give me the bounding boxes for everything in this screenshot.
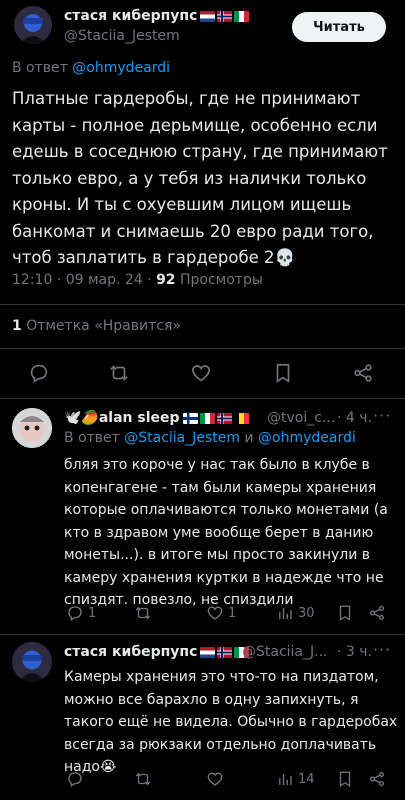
share-icon [369,771,385,787]
tweet-text: Платные гардеробы, где не принимают карт… [12,89,388,267]
reply-author-handle[interactable]: @Staciia_J... [242,644,328,660]
follow-button[interactable]: Читать [292,12,386,42]
divider [0,634,405,635]
reply-icon [68,772,82,787]
like-icon [191,365,211,382]
reply-author-name[interactable]: стася киберпупс [64,644,250,660]
views-count: 14 [298,771,315,787]
bookmark-icon [276,363,290,383]
retweet-icon [135,606,151,620]
mention-link[interactable]: @ohmydeardi [258,430,356,446]
reply-icon [30,364,48,383]
divider [0,348,405,349]
reply-text: бляя это короче у нас так было в клубе в… [64,457,388,608]
reply-count: 1 [88,605,97,621]
retweet-button[interactable] [108,362,130,384]
views-icon [279,607,292,619]
share-icon [369,605,385,621]
mention-link[interactable]: @Staciia_Jestem [124,430,240,446]
reply-author-handle[interactable]: @tvoi_c... [267,410,335,426]
reply-avatar[interactable] [12,408,52,448]
views-button[interactable]: 30 [276,604,315,622]
share-icon [354,364,372,382]
flag-emojis [200,11,250,22]
flag-emojis [182,413,249,424]
reply-context: В ответ @ohmydeardi [12,60,170,76]
reply-text: Камеры хранения это что-то на пиздатом, … [64,669,398,775]
like-icon [207,606,223,620]
bookmark-icon [339,771,351,788]
share-button[interactable] [352,362,374,384]
bookmark-button[interactable] [272,362,294,384]
mention-link[interactable]: @ohmydeardi [72,60,170,76]
views-icon [279,773,292,785]
bookmark-icon [339,605,351,622]
like-button[interactable]: 1 [206,604,236,622]
author-handle[interactable]: @Staciia_Jestem [64,28,180,44]
reply-avatar[interactable] [12,642,52,682]
retweet-icon [110,365,128,381]
like-icon [207,772,223,786]
share-button[interactable] [368,770,386,788]
divider [0,398,405,399]
reply-button[interactable] [66,770,88,788]
views-count: 30 [298,605,315,621]
tweet-meta: 12:10 · 09 мар. 24 · 92 Просмотры [12,272,263,288]
like-button[interactable] [190,362,212,384]
more-icon[interactable]: ··· [373,406,391,425]
divider [0,304,405,305]
author-avatar[interactable] [14,6,52,44]
retweet-button[interactable] [134,770,156,788]
views-count: 92 [156,272,176,288]
bookmark-button[interactable] [336,770,354,788]
reply-time[interactable]: · 3 ч. [337,644,372,660]
reply-context: В ответ @Staciia_Jestem и @ohmydeardi [64,430,356,446]
views-button[interactable]: 14 [276,770,315,788]
reply-author-name[interactable]: 🕊️🥭alan sleep [64,410,249,426]
reply-button[interactable]: 1 [66,604,96,622]
reply-time[interactable]: · 4 ч. [337,410,372,426]
retweet-button[interactable] [134,604,156,622]
like-button[interactable] [206,770,228,788]
share-button[interactable] [368,604,386,622]
reply-icon [68,606,82,621]
reply-button[interactable] [28,362,50,384]
likes-summary[interactable]: 1 Отметка «Нравится» [12,318,181,334]
bookmark-button[interactable] [336,604,354,622]
retweet-icon [135,772,151,786]
author-name[interactable]: стася киберпупс [64,8,250,24]
like-count: 1 [228,605,237,621]
tweet-time[interactable]: 12:10 · 09 мар. 24 · [12,272,156,288]
more-icon[interactable]: ··· [373,640,391,659]
